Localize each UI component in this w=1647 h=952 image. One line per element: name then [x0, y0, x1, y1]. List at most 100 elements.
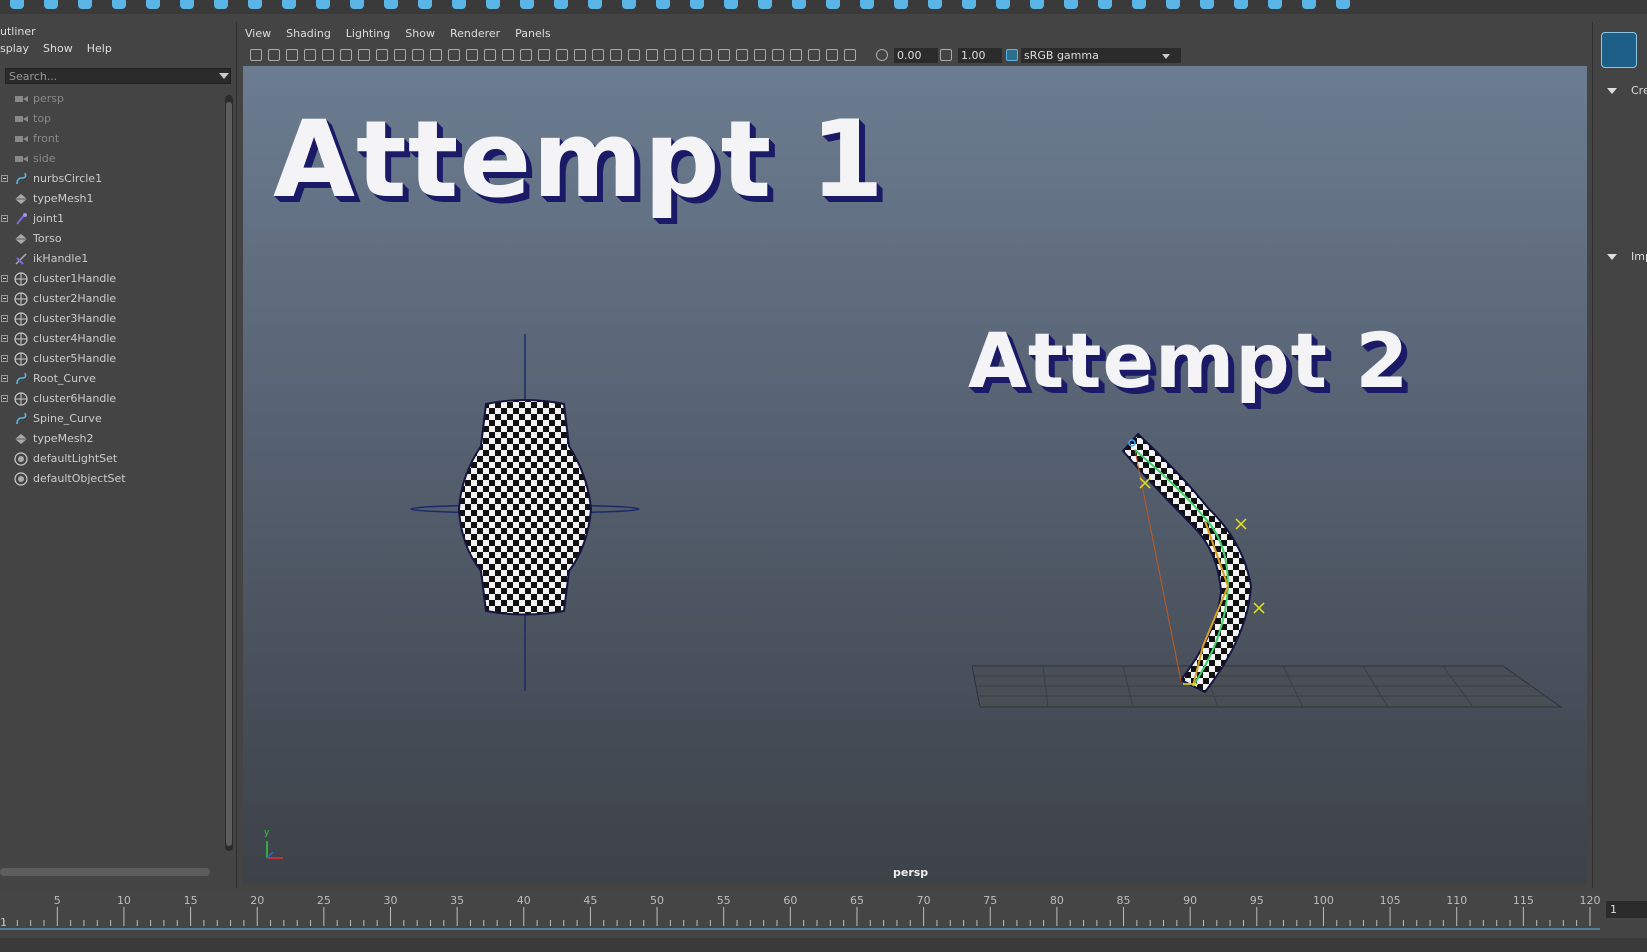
shelf-tool-icon[interactable]: [894, 0, 908, 9]
outliner-item[interactable]: front: [0, 129, 224, 149]
expand-icon[interactable]: [1, 335, 8, 342]
outliner-item[interactable]: defaultObjectSet: [0, 469, 224, 489]
viewport-tool-icon[interactable]: [484, 49, 496, 61]
viewport-tool-icon[interactable]: [466, 49, 478, 61]
shelf-tool-icon[interactable]: [384, 0, 398, 9]
menu-renderer[interactable]: Renderer: [450, 27, 500, 45]
outliner-item[interactable]: cluster3Handle: [0, 309, 224, 329]
shelf-tool-icon[interactable]: [180, 0, 194, 9]
shelf-tool-icon[interactable]: [1234, 0, 1248, 9]
outliner-item[interactable]: cluster4Handle: [0, 329, 224, 349]
viewport-tool-icon[interactable]: [718, 49, 730, 61]
viewport-tool-icon[interactable]: [772, 49, 784, 61]
menu-shading[interactable]: Shading: [286, 27, 331, 45]
shelf-tool-icon[interactable]: [1030, 0, 1044, 9]
viewport-tool-icon[interactable]: [844, 49, 856, 61]
shelf-tool-icon[interactable]: [928, 0, 942, 9]
shelf-tool-icon[interactable]: [316, 0, 330, 9]
shelf-tool-icon[interactable]: [520, 0, 534, 9]
shelf-tool-icon[interactable]: [690, 0, 704, 9]
viewport-tool-icon[interactable]: [394, 49, 406, 61]
viewport-tool-icon[interactable]: [412, 49, 424, 61]
outliner-horizontal-scrollbar[interactable]: [0, 868, 210, 876]
attempt1-mesh[interactable]: [410, 334, 640, 691]
viewport-tool-icon[interactable]: [592, 49, 604, 61]
shelf-tool-icon[interactable]: [486, 0, 500, 9]
maya-logo-icon[interactable]: [1601, 32, 1637, 68]
shelf-tool-icon[interactable]: [622, 0, 636, 9]
shelf-tool-icon[interactable]: [1200, 0, 1214, 9]
outliner-item[interactable]: cluster5Handle: [0, 349, 224, 369]
shelf-tool-icon[interactable]: [758, 0, 772, 9]
shelf-tool-icon[interactable]: [1166, 0, 1180, 9]
shelf-tool-icon[interactable]: [10, 0, 24, 9]
viewport-tool-icon[interactable]: [376, 49, 388, 61]
shelf-tool-icon[interactable]: [792, 0, 806, 9]
expand-icon[interactable]: [1, 395, 8, 402]
section-collapse-icon[interactable]: [1607, 254, 1617, 260]
shelf-tool-icon[interactable]: [214, 0, 228, 9]
menu-lighting[interactable]: Lighting: [346, 27, 390, 45]
viewport-tool-icon[interactable]: [790, 49, 802, 61]
color-management-icon[interactable]: [1006, 49, 1018, 61]
viewport-tool-icon[interactable]: [646, 49, 658, 61]
shelf-tool-icon[interactable]: [1064, 0, 1078, 9]
viewport-tool-icon[interactable]: [448, 49, 460, 61]
shelf-tool-icon[interactable]: [1098, 0, 1112, 9]
viewport-tool-icon[interactable]: [304, 49, 316, 61]
shelf-tool-icon[interactable]: [996, 0, 1010, 9]
menu-panels[interactable]: Panels: [515, 27, 550, 45]
viewport-tool-icon[interactable]: [286, 49, 298, 61]
outliner-search-input[interactable]: Search...: [5, 68, 231, 84]
time-slider-ruler[interactable]: 5 10 15 20 25 30 35 40 45 50 55 60 65 70 75 80 85 90 95 100…: [0, 890, 1600, 930]
viewport-tool-icon[interactable]: [682, 49, 694, 61]
chevron-down-icon[interactable]: [1162, 54, 1170, 59]
viewport-tool-icon[interactable]: [322, 49, 334, 61]
outliner-scroll-thumb[interactable]: [226, 102, 232, 846]
viewport-tool-icon[interactable]: [628, 49, 640, 61]
outliner-item[interactable]: Spine_Curve: [0, 409, 224, 429]
shelf-tool-icon[interactable]: [78, 0, 92, 9]
viewport-tool-icon[interactable]: [664, 49, 676, 61]
section-collapse-icon[interactable]: [1607, 88, 1617, 94]
color-space-select[interactable]: sRGB gamma: [1021, 48, 1181, 63]
shelf-tool-icon[interactable]: [962, 0, 976, 9]
viewport-tool-icon[interactable]: [700, 49, 712, 61]
expand-icon[interactable]: [1, 275, 8, 282]
expand-icon[interactable]: [1, 355, 8, 362]
viewport-tool-icon[interactable]: [520, 49, 532, 61]
shelf-tool-icon[interactable]: [588, 0, 602, 9]
menu-display[interactable]: splay: [0, 42, 29, 60]
shelf-tool-icon[interactable]: [418, 0, 432, 9]
expand-icon[interactable]: [1, 295, 8, 302]
shelf-tool-icon[interactable]: [826, 0, 840, 9]
outliner-item[interactable]: Torso: [0, 229, 224, 249]
gamma-icon[interactable]: [940, 49, 952, 61]
outliner-item[interactable]: side: [0, 149, 224, 169]
shelf-tool-icon[interactable]: [554, 0, 568, 9]
shelf-tool-icon[interactable]: [282, 0, 296, 9]
outliner-item[interactable]: ikHandle1: [0, 249, 224, 269]
expand-icon[interactable]: [1, 315, 8, 322]
viewport-persp[interactable]: Attempt 1 Attempt 2 y persp: [243, 66, 1587, 884]
viewport-tool-icon[interactable]: [502, 49, 514, 61]
viewport-tool-icon[interactable]: [358, 49, 370, 61]
shelf-tool-icon[interactable]: [1268, 0, 1282, 9]
gamma-field[interactable]: 1.00: [958, 48, 1002, 63]
shelf-tool-icon[interactable]: [146, 0, 160, 9]
shelf-tool-icon[interactable]: [724, 0, 738, 9]
expand-icon[interactable]: [1, 375, 8, 382]
shelf-tool-icon[interactable]: [1302, 0, 1316, 9]
shelf-tool-icon[interactable]: [452, 0, 466, 9]
expand-icon[interactable]: [1, 175, 8, 182]
outliner-item[interactable]: nurbsCircle1: [0, 169, 224, 189]
viewport-tool-icon[interactable]: [430, 49, 442, 61]
current-frame-field[interactable]: 1: [1606, 901, 1647, 918]
outliner-item[interactable]: joint1: [0, 209, 224, 229]
outliner-item[interactable]: typeMesh1: [0, 189, 224, 209]
viewport-tool-icon[interactable]: [574, 49, 586, 61]
exposure-icon[interactable]: [876, 49, 888, 61]
section-create-label[interactable]: Cre: [1631, 84, 1647, 97]
shelf-tool-icon[interactable]: [1132, 0, 1146, 9]
exposure-field[interactable]: 0.00: [894, 48, 938, 63]
